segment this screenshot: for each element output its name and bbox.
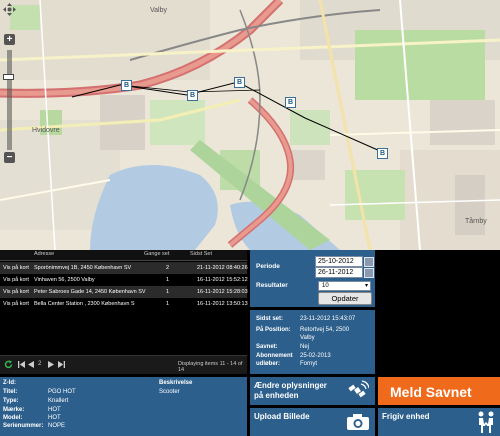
handshake-people-icon xyxy=(478,411,494,433)
chevron-down-icon: ▾ xyxy=(364,283,368,289)
pan-arrows-icon[interactable] xyxy=(3,3,16,16)
opdater-button[interactable]: Opdater xyxy=(318,292,372,305)
model-value: HOT xyxy=(48,415,61,421)
abonnement-label-line1: Abonnement xyxy=(256,353,293,359)
savnet-value: Nej xyxy=(300,344,310,350)
row-last-seen: 16-11-2012 15:52:12 xyxy=(197,277,248,283)
row-address: Peter Sabroes Gade 14, 2450 København SV xyxy=(34,289,146,295)
resultater-select[interactable]: 10 ▾ xyxy=(318,281,371,291)
row-address: Vinhaven 56, 2500 Valby xyxy=(34,277,95,283)
satellite-icon xyxy=(348,380,369,398)
column-header-sidst[interactable]: Sidst Set xyxy=(190,251,212,257)
location-marker[interactable]: B xyxy=(377,148,388,159)
map-view[interactable]: Valby Hvidovre Tårnby B B B B B + − xyxy=(0,0,500,250)
refresh-icon[interactable] xyxy=(4,360,13,369)
zoom-out-button[interactable]: − xyxy=(4,152,15,163)
sidst-set-label: Sidst set: xyxy=(256,316,284,322)
row-count: 2 xyxy=(166,265,170,271)
table-row[interactable]: Vis på kort Bella Center Station , 2300 … xyxy=(0,298,248,310)
zoom-in-button[interactable]: + xyxy=(4,34,15,45)
maerke-value: HOT xyxy=(48,407,61,413)
type-value: Knallert xyxy=(48,398,69,404)
edit-device-label-line1: Ændre oplysninger xyxy=(254,381,327,390)
abonnement-value-line1: 25-02-2013 xyxy=(300,353,331,359)
position-value-line1: Retortvej 54, 2500 xyxy=(300,327,350,333)
date-from-input[interactable]: 25-10-2012 xyxy=(315,256,363,267)
titel-value: PGO HOT xyxy=(48,389,76,395)
periode-label: Periode xyxy=(256,263,280,270)
show-on-map-link[interactable]: Vis på kort xyxy=(3,289,29,295)
calendar-icon[interactable] xyxy=(364,257,374,267)
column-header-gange[interactable]: Gange set xyxy=(144,251,169,257)
edit-device-button[interactable]: Ændre oplysninger på enheden xyxy=(250,377,375,405)
resultater-label: Resultater xyxy=(256,282,288,289)
row-last-seen: 16-11-2012 15:28:03 xyxy=(197,289,248,295)
location-marker[interactable]: B xyxy=(234,77,245,88)
location-marker[interactable]: B xyxy=(285,97,296,108)
row-count: 1 xyxy=(166,289,170,295)
map-canvas[interactable] xyxy=(0,0,500,250)
abonnement-label-line2: udløber: xyxy=(256,361,280,367)
pan-control[interactable] xyxy=(3,3,16,16)
meld-savnet-label: Meld Savnet xyxy=(390,384,472,400)
table-pager: 2 Displaying items 11 - 14 of 14 xyxy=(0,355,247,374)
previous-page-icon[interactable] xyxy=(28,361,34,368)
row-address: Sporönimmvej 1B, 2450 København SV xyxy=(34,265,132,271)
zoom-slider-rail[interactable] xyxy=(7,50,12,150)
zid-label: Z-Id: xyxy=(3,380,16,386)
resultater-selected-value: 10 xyxy=(322,283,329,289)
table-header: Adresse Gange set Sidst Set xyxy=(0,250,247,261)
abonnement-value-line2: Fornyt xyxy=(300,361,318,367)
release-device-button[interactable]: Frigiv enhed xyxy=(378,408,500,436)
column-header-adresse[interactable]: Adresse xyxy=(34,251,54,257)
position-label: På Position: xyxy=(256,327,291,333)
savnet-label: Savnet: xyxy=(256,344,278,350)
show-on-map-link[interactable]: Vis på kort xyxy=(3,265,29,271)
last-page-icon[interactable] xyxy=(58,361,65,368)
place-label-valby: Valby xyxy=(150,7,167,14)
type-label: Type: xyxy=(3,398,19,404)
sidst-set-value: 23-11-2012 15:43:07 xyxy=(300,316,356,322)
date-to-input[interactable]: 26-11-2012 xyxy=(315,267,363,278)
sightings-table: Adresse Gange set Sidst Set Vis på kort … xyxy=(0,250,248,375)
first-page-icon[interactable] xyxy=(18,361,25,368)
table-row[interactable]: Vis på kort Sporönimmvej 1B, 2450 Københ… xyxy=(0,262,248,274)
calendar-icon[interactable] xyxy=(364,268,374,278)
model-label: Model: xyxy=(3,415,23,421)
row-last-seen: 21-11-2012 08:40:26 xyxy=(197,265,248,271)
meld-savnet-button[interactable]: Meld Savnet xyxy=(378,377,500,405)
serienummer-label: Serienummer: xyxy=(3,423,44,429)
beskrivelse-label: Beskrivelse xyxy=(159,380,193,386)
row-count: 1 xyxy=(166,301,170,307)
row-address: Bella Center Station , 2300 København S xyxy=(34,301,135,307)
place-label-hvidovre: Hvidovre xyxy=(32,127,60,134)
position-value-line2: Valby xyxy=(300,335,315,341)
page-number-input[interactable]: 2 xyxy=(38,361,41,367)
release-device-label: Frigiv enhed xyxy=(382,412,430,421)
titel-label: Titel: xyxy=(3,389,18,395)
camera-icon xyxy=(347,414,369,430)
upload-image-button[interactable]: Upload Billede xyxy=(250,408,375,436)
location-marker[interactable]: B xyxy=(187,90,198,101)
show-on-map-link[interactable]: Vis på kort xyxy=(3,301,29,307)
upload-image-label: Upload Billede xyxy=(254,412,310,421)
maerke-label: Mærke: xyxy=(3,407,25,413)
pager-display-text: Displaying items 11 - 14 of 14 xyxy=(178,361,243,373)
next-page-icon[interactable] xyxy=(48,361,54,368)
row-count: 1 xyxy=(166,277,170,283)
row-last-seen: 16-11-2012 13:50:13 xyxy=(197,301,248,307)
edit-device-label-line2: på enheden xyxy=(254,391,299,400)
table-row[interactable]: Vis på kort Peter Sabroes Gade 14, 2450 … xyxy=(0,286,248,298)
place-label-tarnby: Tårnby xyxy=(465,218,487,225)
zoom-slider-thumb[interactable] xyxy=(3,74,14,80)
table-row[interactable]: Vis på kort Vinhaven 56, 2500 Valby 1 16… xyxy=(0,274,248,286)
serienummer-value: NOPE xyxy=(48,423,66,429)
beskrivelse-value: Scooter xyxy=(159,389,180,395)
location-marker[interactable]: B xyxy=(121,80,132,91)
show-on-map-link[interactable]: Vis på kort xyxy=(3,277,29,283)
